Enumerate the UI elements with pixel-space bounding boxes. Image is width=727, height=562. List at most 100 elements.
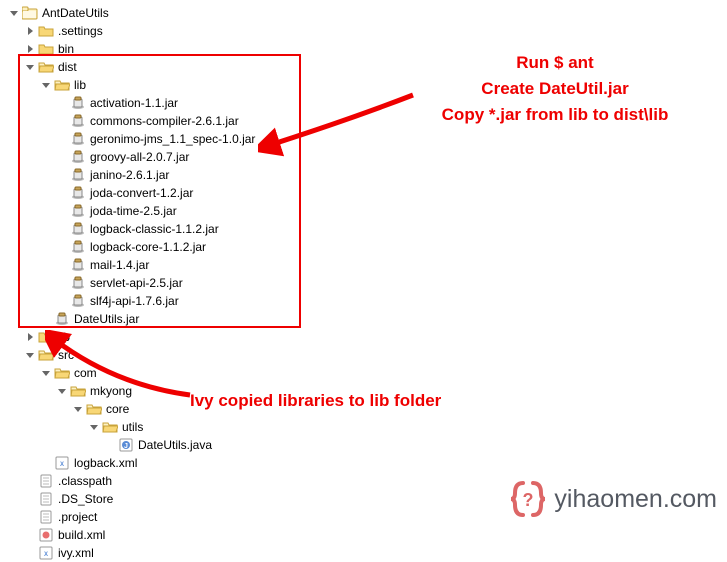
jar-icon bbox=[70, 275, 86, 291]
tree-label: joda-time-2.5.jar bbox=[90, 202, 177, 220]
folder-open-icon bbox=[54, 77, 70, 93]
folder-open-icon bbox=[38, 347, 54, 363]
jar-icon bbox=[70, 257, 86, 273]
chevron-down-icon[interactable] bbox=[56, 385, 68, 397]
folder-open-icon bbox=[54, 365, 70, 381]
tree-item-jar[interactable]: ·janino-2.6.1.jar bbox=[8, 166, 719, 184]
tree-label: lib bbox=[58, 328, 70, 346]
jar-icon bbox=[70, 185, 86, 201]
tree-item-ivy-xml[interactable]: · X ivy.xml bbox=[8, 544, 719, 562]
file-icon bbox=[38, 509, 54, 525]
chevron-down-icon[interactable] bbox=[24, 349, 36, 361]
tree-item-dateutils-jar[interactable]: · DateUtils.jar bbox=[8, 310, 719, 328]
svg-text:J: J bbox=[124, 443, 128, 450]
chevron-right-icon[interactable] bbox=[24, 25, 36, 37]
tree-label: com bbox=[74, 364, 97, 382]
tree-label: janino-2.6.1.jar bbox=[90, 166, 169, 184]
tree-item-jar[interactable]: ·logback-classic-1.1.2.jar bbox=[8, 220, 719, 238]
annotation-line: Create DateUtil.jar bbox=[400, 76, 710, 102]
tree-item-jar[interactable]: ·logback-core-1.1.2.jar bbox=[8, 238, 719, 256]
chevron-down-icon[interactable] bbox=[8, 7, 20, 19]
tree-label: geronimo-jms_1.1_spec-1.0.jar bbox=[90, 130, 255, 148]
chevron-down-icon[interactable] bbox=[24, 61, 36, 73]
ant-file-icon bbox=[38, 527, 54, 543]
tree-label: logback-classic-1.1.2.jar bbox=[90, 220, 219, 238]
tree-label: mail-1.4.jar bbox=[90, 256, 149, 274]
tree-label: commons-compiler-2.6.1.jar bbox=[90, 112, 239, 130]
folder-open-icon bbox=[102, 419, 118, 435]
tree-label: .classpath bbox=[58, 472, 112, 490]
chevron-right-icon[interactable] bbox=[24, 43, 36, 55]
tree-label: activation-1.1.jar bbox=[90, 94, 178, 112]
tree-item-jar[interactable]: ·mail-1.4.jar bbox=[8, 256, 719, 274]
tree-label: groovy-all-2.0.7.jar bbox=[90, 148, 189, 166]
tree-label: AntDateUtils bbox=[42, 4, 109, 22]
tree-item-com[interactable]: com bbox=[8, 364, 719, 382]
jar-icon bbox=[70, 239, 86, 255]
jar-icon bbox=[54, 311, 70, 327]
tree-item-lib[interactable]: lib bbox=[8, 328, 719, 346]
tree-label: .settings bbox=[58, 22, 103, 40]
svg-text:X: X bbox=[44, 552, 48, 558]
xml-file-icon: X bbox=[54, 455, 70, 471]
tree-item-jar[interactable]: ·joda-time-2.5.jar bbox=[8, 202, 719, 220]
tree-item-jar[interactable]: ·groovy-all-2.0.7.jar bbox=[8, 148, 719, 166]
jar-icon bbox=[70, 149, 86, 165]
tree-item-root[interactable]: AntDateUtils bbox=[8, 4, 719, 22]
chevron-down-icon[interactable] bbox=[40, 367, 52, 379]
jar-icon bbox=[70, 293, 86, 309]
tree-label: bin bbox=[58, 40, 74, 58]
annotation-text-lib: Ivy copied libraries to lib folder bbox=[190, 388, 441, 414]
tree-label: lib bbox=[74, 76, 86, 94]
tree-item-settings[interactable]: .settings bbox=[8, 22, 719, 40]
jar-icon bbox=[70, 131, 86, 147]
tree-item-jar[interactable]: ·joda-convert-1.2.jar bbox=[8, 184, 719, 202]
chevron-right-icon[interactable] bbox=[24, 331, 36, 343]
tree-label: mkyong bbox=[90, 382, 132, 400]
annotation-line: Copy *.jar from lib to dist\lib bbox=[400, 102, 710, 128]
chevron-down-icon[interactable] bbox=[72, 403, 84, 415]
tree-item-jar[interactable]: ·slf4j-api-1.7.6.jar bbox=[8, 292, 719, 310]
annotation-line: Run $ ant bbox=[400, 50, 710, 76]
folder-open-icon bbox=[70, 383, 86, 399]
tree-label: logback.xml bbox=[74, 454, 137, 472]
tree-label: dist bbox=[58, 58, 77, 76]
tree-label: servlet-api-2.5.jar bbox=[90, 274, 183, 292]
xml-file-icon: X bbox=[38, 545, 54, 561]
tree-item-utils[interactable]: utils bbox=[8, 418, 719, 436]
tree-label: joda-convert-1.2.jar bbox=[90, 184, 193, 202]
tree-label: slf4j-api-1.7.6.jar bbox=[90, 292, 179, 310]
tree-label: logback-core-1.1.2.jar bbox=[90, 238, 206, 256]
project-folder-icon bbox=[22, 5, 38, 21]
svg-text:X: X bbox=[60, 462, 64, 468]
folder-open-icon bbox=[86, 401, 102, 417]
tree-label: utils bbox=[122, 418, 143, 436]
file-icon bbox=[38, 491, 54, 507]
chevron-down-icon[interactable] bbox=[88, 421, 100, 433]
tree-label: DateUtils.jar bbox=[74, 310, 139, 328]
watermark-logo-icon: ? bbox=[508, 479, 548, 519]
folder-open-icon bbox=[38, 59, 54, 75]
chevron-down-icon[interactable] bbox=[40, 79, 52, 91]
tree-item-dateutils-java[interactable]: · J DateUtils.java bbox=[8, 436, 719, 454]
annotation-text-block: Run $ ant Create DateUtil.jar Copy *.jar… bbox=[400, 50, 710, 128]
jar-icon bbox=[70, 221, 86, 237]
svg-text:?: ? bbox=[523, 490, 534, 510]
watermark: ? yihaomen.com bbox=[508, 479, 717, 519]
tree-label: core bbox=[106, 400, 129, 418]
jar-icon bbox=[70, 167, 86, 183]
folder-closed-icon bbox=[38, 329, 54, 345]
tree-item-build-xml[interactable]: · build.xml bbox=[8, 526, 719, 544]
tree-item-src[interactable]: src bbox=[8, 346, 719, 364]
tree-item-jar[interactable]: ·servlet-api-2.5.jar bbox=[8, 274, 719, 292]
tree-label: DateUtils.java bbox=[138, 436, 212, 454]
file-icon bbox=[38, 473, 54, 489]
jar-icon bbox=[70, 203, 86, 219]
tree-item-logback-xml[interactable]: · X logback.xml bbox=[8, 454, 719, 472]
folder-closed-icon bbox=[38, 41, 54, 57]
tree-label: .DS_Store bbox=[58, 490, 113, 508]
java-file-icon: J bbox=[118, 437, 134, 453]
tree-item-jar[interactable]: ·geronimo-jms_1.1_spec-1.0.jar bbox=[8, 130, 719, 148]
folder-closed-icon bbox=[38, 23, 54, 39]
tree-label: build.xml bbox=[58, 526, 105, 544]
